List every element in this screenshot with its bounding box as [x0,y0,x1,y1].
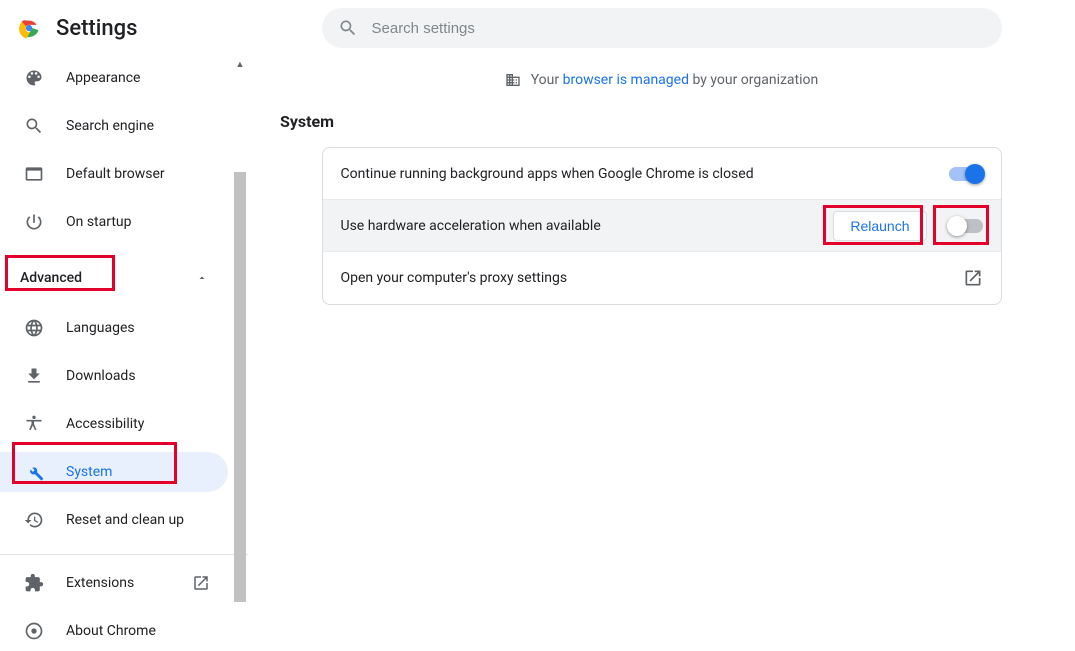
extension-icon [24,573,44,593]
advanced-label: Advanced [20,270,82,286]
building-icon [505,72,521,88]
sidebar-nav: Appearance Search engine Default browser [0,56,248,651]
sidebar-item-label: System [66,464,112,480]
globe-icon [24,318,44,338]
download-icon [24,366,44,386]
chrome-icon [24,621,44,641]
power-icon [24,212,44,232]
sidebar-item-accessibility[interactable]: Accessibility [0,404,228,444]
sidebar-item-languages[interactable]: Languages [0,308,228,348]
sidebar-item-label: Search engine [66,118,154,134]
restore-icon [24,510,44,530]
sidebar-item-reset[interactable]: Reset and clean up [0,500,228,540]
sidebar-item-label: Extensions [66,575,134,591]
sidebar-item-system[interactable]: System [0,452,228,492]
sidebar-item-label: On startup [66,214,132,230]
system-card: Continue running background apps when Go… [322,147,1002,305]
sidebar-item-default-browser[interactable]: Default browser [0,154,228,194]
scroll-up-icon[interactable]: ▲ [232,56,248,72]
section-title: System [280,112,960,131]
sidebar-item-appearance[interactable]: Appearance [0,58,228,98]
sidebar-divider [0,554,248,555]
row-hardware-acceleration: Use hardware acceleration when available… [323,200,1001,252]
search-icon [338,18,358,38]
sidebar-item-label: Appearance [66,70,140,86]
sidebar: Settings Appearance Search engine [0,0,248,651]
page-title: Settings [56,16,137,41]
open-external-icon [963,268,983,288]
search-input[interactable] [372,20,986,37]
managed-link[interactable]: browser is managed [563,72,689,88]
accessibility-icon [24,414,44,434]
scrollbar[interactable]: ▲ [232,56,248,651]
sidebar-item-label: Languages [66,320,135,336]
open-external-icon [192,574,210,592]
brand-row: Settings [0,0,248,56]
sidebar-item-extensions[interactable]: Extensions [0,563,228,603]
row-proxy-settings[interactable]: Open your computer's proxy settings [323,252,1001,304]
toggle-hardware-acceleration[interactable] [949,219,983,233]
managed-text: Your browser is managed by your organiza… [531,72,819,88]
sidebar-item-about-chrome[interactable]: About Chrome [0,611,228,651]
sidebar-item-search-engine[interactable]: Search engine [0,106,228,146]
sidebar-item-on-startup[interactable]: On startup [0,202,228,242]
search-bar[interactable] [322,8,1002,48]
sidebar-item-label: Accessibility [66,416,144,432]
managed-notice: Your browser is managed by your organiza… [505,72,819,88]
sidebar-item-downloads[interactable]: Downloads [0,356,228,396]
sidebar-item-label: Downloads [66,368,136,384]
row-label: Continue running background apps when Go… [341,166,949,182]
row-label: Open your computer's proxy settings [341,270,963,286]
sidebar-section-advanced[interactable]: Advanced [0,258,228,298]
browser-icon [24,164,44,184]
relaunch-button[interactable]: Relaunch [833,211,926,241]
sidebar-item-label: Default browser [66,166,165,182]
scrollbar-thumb[interactable] [234,172,246,602]
row-background-apps: Continue running background apps when Go… [323,148,1001,200]
chrome-logo-icon [18,17,40,39]
wrench-icon [24,462,44,482]
sidebar-item-label: About Chrome [66,623,156,639]
row-label: Use hardware acceleration when available [341,218,834,234]
sidebar-item-label: Reset and clean up [66,512,184,528]
main-content: Your browser is managed by your organiza… [248,0,1075,651]
toggle-background-apps[interactable] [949,167,983,181]
search-icon [24,116,44,136]
palette-icon [24,68,44,88]
chevron-up-icon [196,272,208,284]
